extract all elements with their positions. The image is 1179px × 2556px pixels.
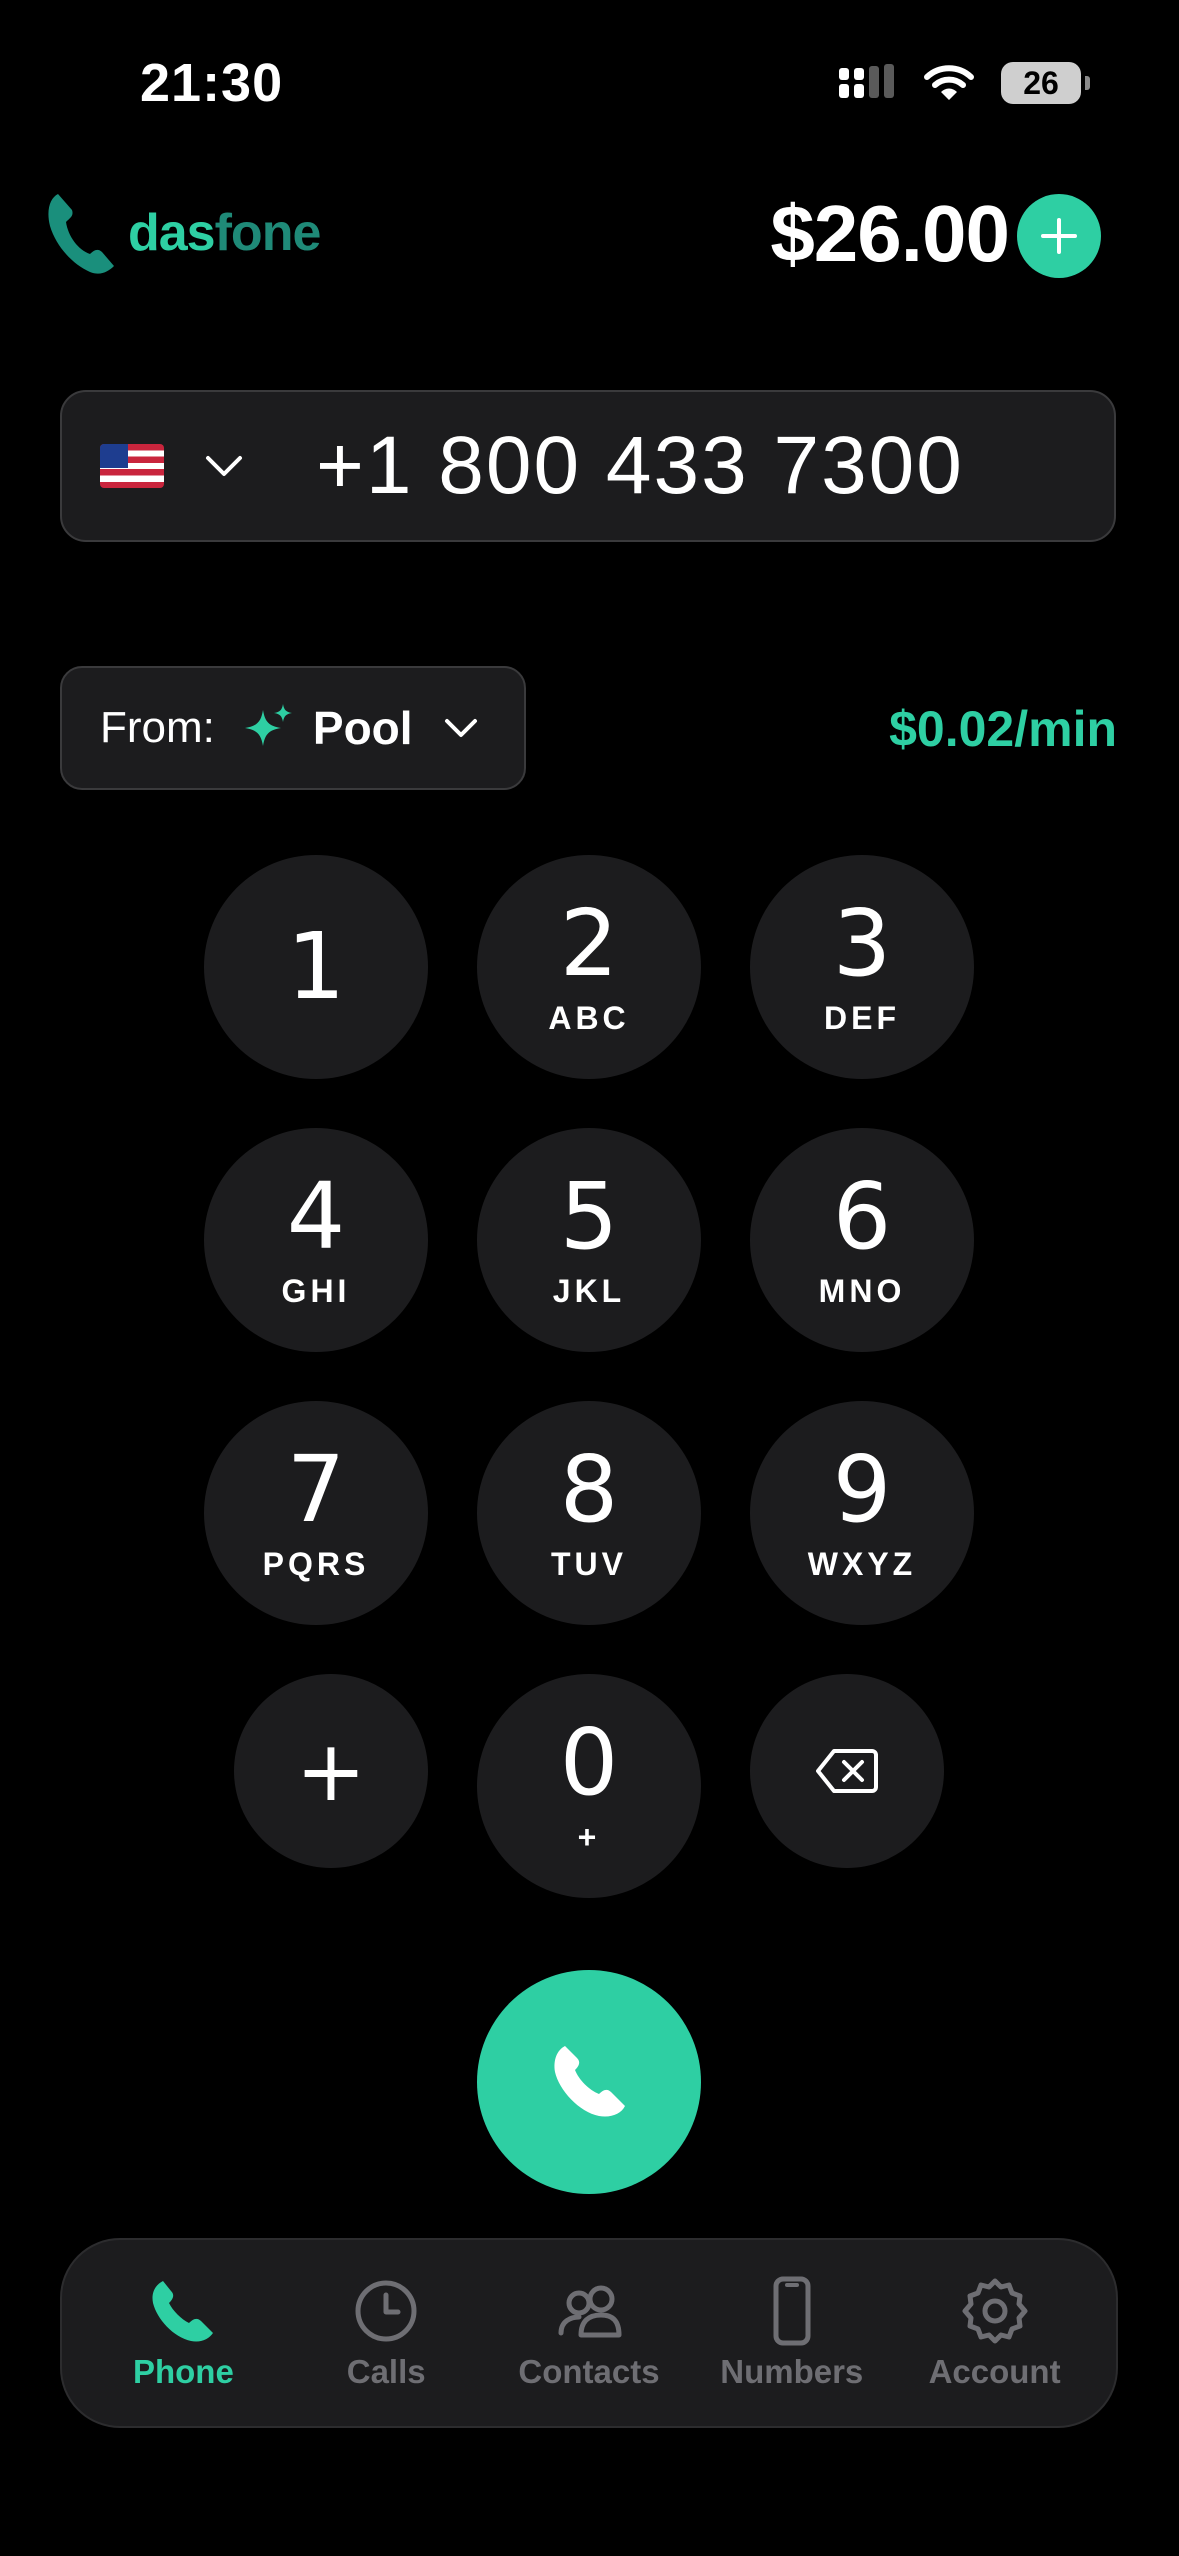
bottom-tab-bar: Phone Calls Contacts Numbers Account	[60, 2238, 1118, 2428]
backspace-icon	[816, 1749, 878, 1793]
tab-contacts[interactable]: Contacts	[489, 2275, 689, 2391]
people-icon	[558, 2285, 622, 2338]
from-label: From:	[100, 703, 215, 752]
key-5[interactable]: 5 JKL	[477, 1128, 701, 1352]
account-balance: $26.00	[770, 189, 1010, 278]
clock-icon	[355, 2280, 417, 2342]
phone-icon	[152, 2281, 214, 2342]
call-rate: $0.02/min	[889, 701, 1117, 757]
phone-icon	[554, 2046, 625, 2117]
phone-number-field[interactable]: +1 800 433 7300	[60, 390, 1116, 542]
phone-number-value[interactable]: +1 800 433 7300	[316, 419, 964, 513]
tab-account[interactable]: Account	[895, 2275, 1095, 2391]
mobile-device-icon	[773, 2276, 811, 2346]
key-2[interactable]: 2 ABC	[477, 855, 701, 1079]
battery-icon: 26	[1001, 62, 1090, 104]
key-9[interactable]: 9 WXYZ	[750, 1401, 974, 1625]
from-value: Pool	[312, 702, 413, 754]
key-0[interactable]: 0 +	[477, 1674, 701, 1898]
key-1[interactable]: 1	[204, 855, 428, 1079]
tab-phone[interactable]: Phone	[83, 2275, 283, 2391]
plus-icon	[1041, 218, 1077, 254]
call-button[interactable]	[477, 1970, 701, 2194]
logo-phone-icon	[48, 194, 114, 274]
key-6[interactable]: 6 MNO	[750, 1128, 974, 1352]
wifi-icon	[924, 65, 974, 100]
plus-key[interactable]: +	[234, 1674, 428, 1868]
key-4[interactable]: 4 GHI	[204, 1128, 428, 1352]
status-icons: 26	[837, 62, 1090, 104]
app-logo: dasfone	[44, 188, 321, 278]
status-time: 21:30	[140, 53, 284, 113]
from-number-selector[interactable]: From: Pool	[60, 666, 526, 790]
add-credit-button[interactable]	[1017, 194, 1101, 278]
cellular-signal-icon	[839, 64, 894, 98]
key-7[interactable]: 7 PQRS	[204, 1401, 428, 1625]
backspace-button[interactable]	[750, 1674, 944, 1868]
key-8[interactable]: 8 TUV	[477, 1401, 701, 1625]
sparkle-icon	[244, 704, 292, 746]
country-chevron-down-icon[interactable]	[204, 453, 244, 479]
us-flag-icon[interactable]	[100, 444, 164, 488]
tab-calls[interactable]: Calls	[286, 2275, 486, 2391]
logo-text: dasfone	[128, 204, 321, 262]
key-3[interactable]: 3 DEF	[750, 855, 974, 1079]
gear-icon	[962, 2278, 1028, 2344]
from-chevron-down-icon	[444, 719, 477, 737]
tab-numbers[interactable]: Numbers	[692, 2275, 892, 2391]
